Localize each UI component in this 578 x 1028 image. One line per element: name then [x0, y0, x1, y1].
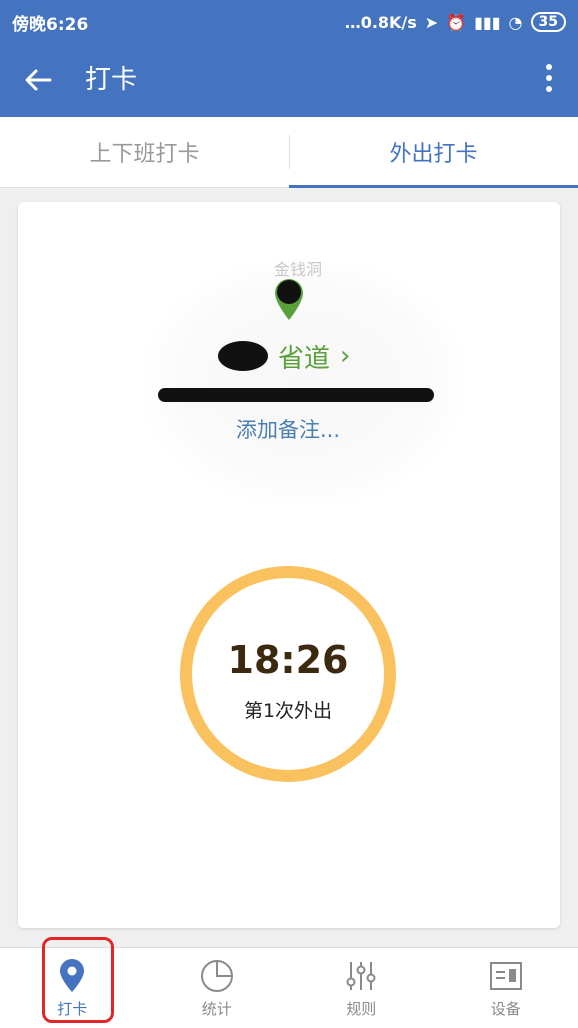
status-bar: 傍晚6:26 …0.8K/s ➤ ⏰ ▮▮▮ ◔ 35 — [0, 0, 578, 44]
bottom-navigation: 打卡 统计 规则 设备 — [0, 947, 578, 1028]
signal-icon: ▮▮▮ — [474, 13, 500, 32]
sliders-icon — [343, 958, 379, 994]
status-time: 傍晚6:26 — [12, 10, 88, 35]
nav-label-punch: 打卡 — [57, 998, 87, 1019]
punch-count-label: 第1次外出 — [192, 696, 384, 723]
punch-time: 18:26 — [192, 638, 384, 682]
add-note-link[interactable]: 添加备注... — [236, 414, 340, 444]
status-right: …0.8K/s ➤ ⏰ ▮▮▮ ◔ 35 — [345, 12, 566, 32]
alarm-icon: ⏰ — [446, 13, 466, 32]
tab-bar: 上下班打卡 外出打卡 — [0, 117, 578, 188]
punch-card: 金钱洞 省道 › 添加备注... 18:26 第1次外出 — [18, 202, 560, 928]
back-arrow-icon[interactable] — [22, 64, 54, 96]
nav-item-stats[interactable]: 统计 — [145, 948, 290, 1028]
wifi-icon: ◔ — [509, 13, 523, 32]
nav-item-punch[interactable]: 打卡 — [0, 948, 145, 1028]
nav-item-rules[interactable]: 规则 — [289, 948, 434, 1028]
network-speed: …0.8K/s — [345, 13, 417, 32]
nav-label-stats: 统计 — [202, 998, 232, 1019]
redacted-address — [158, 388, 434, 402]
location-arrow-icon: ➤ — [425, 13, 438, 32]
more-options-icon[interactable] — [544, 62, 554, 98]
pie-chart-icon — [199, 958, 235, 994]
location-marker-icon — [272, 277, 306, 321]
nav-label-rules: 规则 — [346, 998, 376, 1019]
location-selector[interactable]: 省道 › — [218, 338, 350, 374]
tab-outing-punch[interactable]: 外出打卡 — [289, 117, 578, 187]
redaction-blob-icon — [218, 341, 268, 371]
punch-button[interactable]: 18:26 第1次外出 — [180, 566, 396, 782]
chevron-right-icon: › — [340, 341, 350, 371]
nav-item-device[interactable]: 设备 — [434, 948, 578, 1028]
page-title: 打卡 — [85, 62, 137, 98]
location-pin-icon — [54, 958, 90, 994]
location-name: 省道 — [278, 338, 330, 375]
device-icon — [488, 958, 524, 994]
nav-label-device: 设备 — [491, 998, 521, 1019]
battery-indicator: 35 — [531, 12, 566, 32]
tab-commute-punch[interactable]: 上下班打卡 — [0, 117, 289, 187]
tab-divider — [289, 135, 290, 169]
app-bar: 打卡 — [0, 44, 578, 117]
